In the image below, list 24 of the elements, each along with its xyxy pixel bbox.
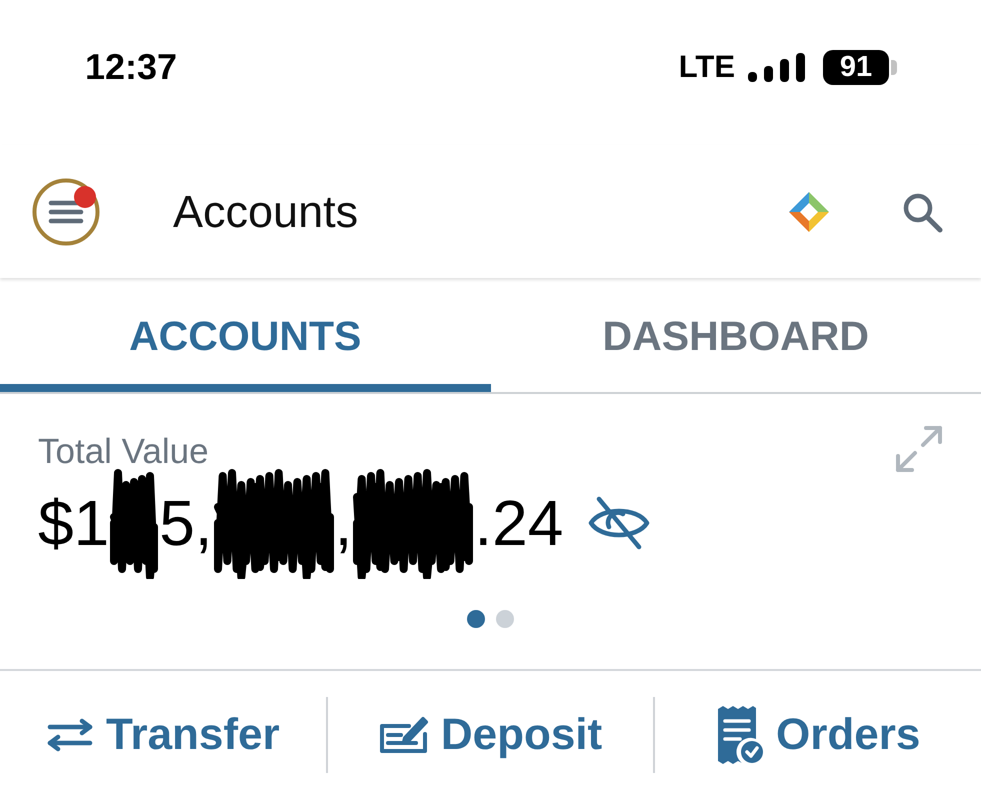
expand-icon (895, 425, 943, 473)
page-title: Accounts (173, 186, 358, 238)
network-type: LTE (678, 50, 735, 84)
diamond-logo-icon[interactable] (787, 190, 831, 234)
orders-button[interactable]: Orders (655, 697, 981, 773)
signal-icon (748, 52, 806, 82)
swap-arrows-icon (46, 718, 94, 752)
status-time: 12:37 (85, 48, 178, 86)
deposit-button[interactable]: Deposit (328, 697, 654, 773)
amount-text: $1 (38, 487, 110, 559)
amount-text: .24 (474, 487, 564, 559)
page-dot[interactable] (496, 610, 514, 628)
menu-button[interactable] (32, 178, 100, 246)
amount-text: 5, (159, 487, 213, 559)
receipt-check-icon (716, 705, 764, 765)
page-dot[interactable] (467, 610, 485, 628)
hide-value-button[interactable] (587, 495, 652, 551)
total-value-label: Total Value (38, 432, 209, 472)
battery-indicator: 91 (823, 50, 897, 84)
transfer-button[interactable]: Transfer (0, 697, 326, 773)
menu-icon (32, 178, 100, 246)
eye-slash-icon (587, 495, 652, 551)
cheque-pen-icon (378, 716, 429, 754)
amount-text: , (334, 487, 352, 559)
